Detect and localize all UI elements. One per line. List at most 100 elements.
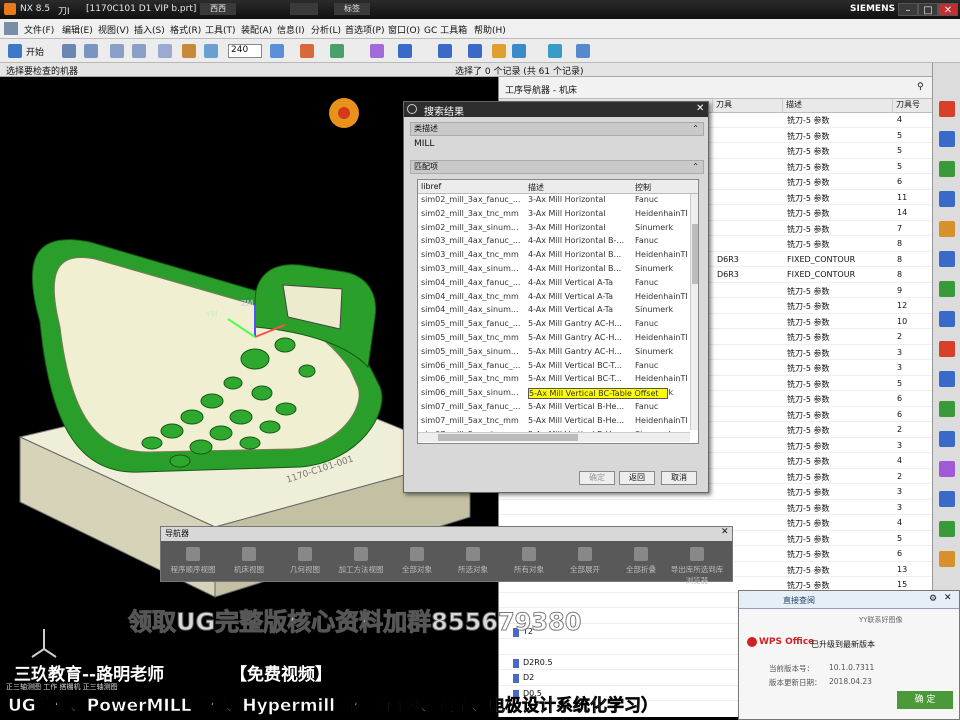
vertical-scrollbar[interactable]	[690, 194, 698, 430]
menu-view[interactable]: 视图(V)	[98, 23, 129, 36]
match-row[interactable]: sim06_mill_5ax_sinum... 5-Ax Mill Vertica…	[418, 387, 690, 401]
resource-tab-icon[interactable]	[939, 281, 955, 297]
menu-preferences[interactable]: 首选项(P)	[345, 23, 384, 36]
settings-icon[interactable]	[407, 104, 417, 114]
assembly-icon[interactable]	[548, 44, 562, 58]
menu-insert[interactable]: 插入(S)	[134, 23, 165, 36]
resource-tab-icon[interactable]	[939, 131, 955, 147]
match-row[interactable]: sim04_mill_4ax_sinum... 4-Ax Mill Vertica…	[418, 304, 690, 318]
resource-tab-icon[interactable]	[939, 161, 955, 177]
match-row[interactable]: sim03_mill_4ax_fanuc_... 4-Ax Mill Horizo…	[418, 235, 690, 249]
collapse-icon[interactable]: ⌃	[692, 124, 699, 133]
resource-tab-icon[interactable]	[939, 341, 955, 357]
menu-analysis[interactable]: 分析(L)	[311, 23, 341, 36]
menu-gc-toolkit[interactable]: GC 工具箱	[424, 23, 467, 36]
col-libref[interactable]: libref	[421, 182, 441, 191]
redo-icon[interactable]	[132, 44, 146, 58]
navpanel-item[interactable]: 所有对象	[501, 547, 557, 575]
match-row[interactable]: sim07_mill_5ax_tnc_mm 5-Ax Mill Vertical …	[418, 415, 690, 429]
match-row[interactable]: sim02_mill_3ax_tnc_mm 3-Ax Mill Horizonta…	[418, 208, 690, 222]
snap-icon[interactable]	[330, 44, 344, 58]
render-icon[interactable]	[370, 44, 384, 58]
match-row[interactable]: sim07_mill_5ax_fanuc_... 5-Ax Mill Vertic…	[418, 401, 690, 415]
match-row[interactable]: sim02_mill_3ax_sinum... 3-Ax Mill Horizon…	[418, 222, 690, 236]
wps-settings-icon[interactable]: ⚙	[929, 594, 937, 604]
resource-tab-icon[interactable]	[939, 461, 955, 477]
resource-tab-icon[interactable]	[939, 221, 955, 237]
navpanel-item[interactable]: 全部对象	[389, 547, 445, 575]
menu-file[interactable]: 文件(F)	[24, 23, 54, 36]
menu-assembly[interactable]: 装配(A)	[241, 23, 272, 36]
resource-tab-icon[interactable]	[939, 521, 955, 537]
match-row[interactable]: sim05_mill_5ax_fanuc_... 5-Ax Mill Gantry…	[418, 318, 690, 332]
col-desc[interactable]: 描述	[783, 99, 893, 113]
navpanel-item[interactable]: 导出库所选到库浏览器	[669, 547, 725, 586]
navpanel-item[interactable]: 机床视图	[221, 547, 277, 575]
start-icon[interactable]	[8, 44, 22, 58]
view-icon[interactable]	[204, 44, 218, 58]
col-control[interactable]: 控制	[635, 182, 651, 193]
match-row[interactable]: sim06_mill_5ax_fanuc_... 5-Ax Mill Vertic…	[418, 360, 690, 374]
match-row[interactable]: sim05_mill_5ax_tnc_mm 5-Ax Mill Gantry AC…	[418, 332, 690, 346]
wps-close-icon[interactable]: ✕	[944, 593, 952, 603]
scroll-thumb[interactable]	[692, 224, 698, 284]
wcs-icon[interactable]	[300, 44, 314, 58]
navpanel-item[interactable]: 全部折叠	[613, 547, 669, 575]
match-row[interactable]: sim04_mill_4ax_tnc_mm 4-Ax Mill Vertical …	[418, 291, 690, 305]
collapse-icon-2[interactable]: ⌃	[692, 162, 699, 171]
title-tab-1[interactable]: 西西	[200, 3, 236, 15]
minimize-icon[interactable]: –	[898, 3, 918, 16]
resource-tab-icon[interactable]	[939, 431, 955, 447]
matches-section[interactable]: 匹配项 ⌃	[410, 160, 704, 174]
wps-confirm-button[interactable]: 确 定	[897, 691, 953, 709]
match-row[interactable]: sim03_mill_4ax_sinum... 4-Ax Mill Horizon…	[418, 263, 690, 277]
wire-cube-icon[interactable]	[468, 44, 482, 58]
hscroll-thumb[interactable]	[438, 434, 578, 441]
new-icon[interactable]	[62, 44, 76, 58]
navigator-row[interactable]: 铣刀-5 参数 3	[499, 502, 933, 516]
open-icon[interactable]	[84, 44, 98, 58]
copy-icon[interactable]	[158, 44, 172, 58]
ok-button[interactable]: 确定	[579, 471, 615, 485]
match-row[interactable]: sim05_mill_5ax_sinum... 5-Ax Mill Gantry …	[418, 346, 690, 360]
menu-info[interactable]: 信息(I)	[277, 23, 305, 36]
match-row[interactable]: sim02_mill_3ax_fanuc_... 3-Ax Mill Horizo…	[418, 194, 690, 208]
class-description-section[interactable]: 类描述 ⌃	[410, 122, 704, 136]
menu-window[interactable]: 窗口(O)	[388, 23, 420, 36]
resource-tab-icon[interactable]	[939, 191, 955, 207]
section-icon[interactable]	[512, 44, 526, 58]
resource-tab-icon[interactable]	[939, 491, 955, 507]
maximize-icon[interactable]: □	[918, 3, 938, 16]
nx-menu-icon[interactable]	[4, 22, 18, 35]
home-icon[interactable]	[290, 3, 318, 15]
match-row[interactable]: sim04_mill_4ax_fanuc_... 4-Ax Mill Vertic…	[418, 277, 690, 291]
filter-icon[interactable]	[576, 44, 590, 58]
resource-tab-icon[interactable]	[939, 551, 955, 567]
navpanel-item[interactable]: 几何视图	[277, 547, 333, 575]
shaded-icon[interactable]	[398, 44, 412, 58]
resource-tab-icon[interactable]	[939, 401, 955, 417]
zoom-select[interactable]: 240	[228, 44, 262, 58]
back-button[interactable]: 返回	[619, 471, 655, 485]
navpanel-item[interactable]: 加工方法视图	[333, 547, 389, 575]
menu-tools[interactable]: 工具(T)	[205, 23, 236, 36]
close-icon[interactable]: ✕	[938, 3, 958, 16]
layer-icon[interactable]	[182, 44, 196, 58]
folder-icon[interactable]	[492, 44, 506, 58]
fit-icon[interactable]	[270, 44, 284, 58]
title-tab-3[interactable]: 标签	[334, 3, 370, 15]
horizontal-scrollbar[interactable]	[418, 432, 690, 442]
cube-icon[interactable]	[438, 44, 452, 58]
menu-help[interactable]: 帮助(H)	[474, 23, 506, 36]
navpanel-item[interactable]: 所选对象	[445, 547, 501, 575]
navpanel-item[interactable]: 程序顺序视图	[165, 547, 221, 575]
resource-tab-icon[interactable]	[939, 311, 955, 327]
col-toolnum[interactable]: 刀具号	[893, 99, 933, 113]
navpanel-item[interactable]: 全部展开	[557, 547, 613, 575]
col-description[interactable]: 描述	[528, 182, 544, 193]
start-button[interactable]: 开始	[26, 45, 44, 58]
resource-tab-icon[interactable]	[939, 101, 955, 117]
col-tool[interactable]: 刀具	[713, 99, 783, 113]
dialog-close-icon[interactable]: ✕	[696, 103, 704, 114]
undo-icon[interactable]	[110, 44, 124, 58]
